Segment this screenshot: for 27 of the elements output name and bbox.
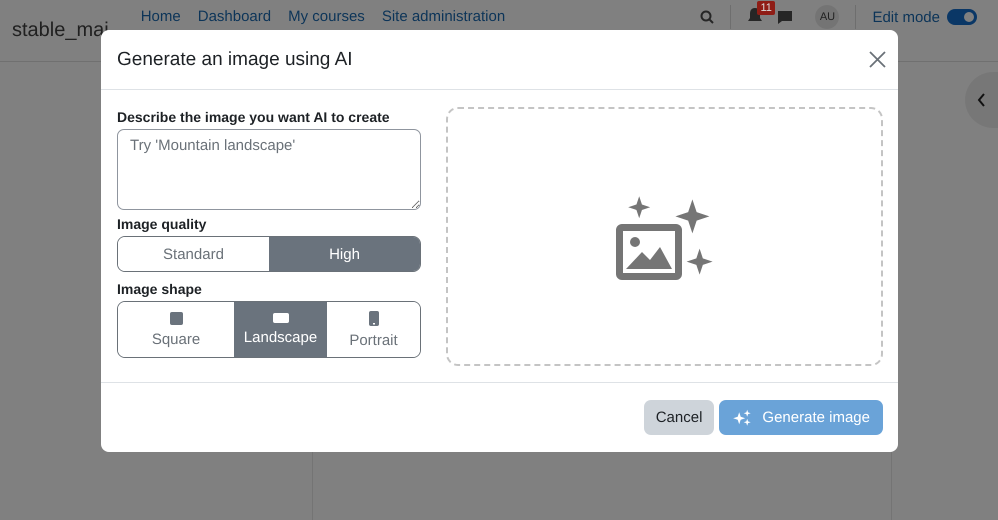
nav-link[interactable]: My courses [288,8,365,25]
edit-mode-toggle[interactable] [947,9,977,25]
shape-option[interactable]: Landscape [234,302,327,357]
notification-badge: 11 [757,1,775,15]
cancel-button[interactable]: Cancel [644,400,714,435]
landscape-rectangle-icon [272,313,288,323]
dialog-title: Generate an image using AI [117,48,354,70]
field-label: Image shape [117,281,203,297]
edit-mode-label: Edit mode [872,8,940,26]
field-label: Describe the image you want AI to create [117,109,391,125]
nav-link[interactable]: Home [140,8,181,25]
sparkles-icon [732,408,752,426]
phone-icon [368,310,378,326]
square-icon [170,312,182,324]
chat-icon[interactable] [777,9,794,25]
chevron-left-icon [977,93,986,107]
prompt-field[interactable]: Try 'Mountain landscape' [117,129,421,210]
nav-link[interactable]: Dashboard [198,8,272,25]
quality-option[interactable]: High [269,237,420,271]
nav-link[interactable]: Site administration [382,8,506,25]
site-name[interactable]: stable_mai [12,18,109,42]
generate-image-button[interactable]: Generate image [719,400,883,435]
drawer-toggle-button[interactable] [965,72,998,128]
user-avatar[interactable]: AU [815,5,840,29]
field-label: Image quality [117,216,208,232]
close-icon [869,51,886,68]
search-icon[interactable] [700,10,714,24]
